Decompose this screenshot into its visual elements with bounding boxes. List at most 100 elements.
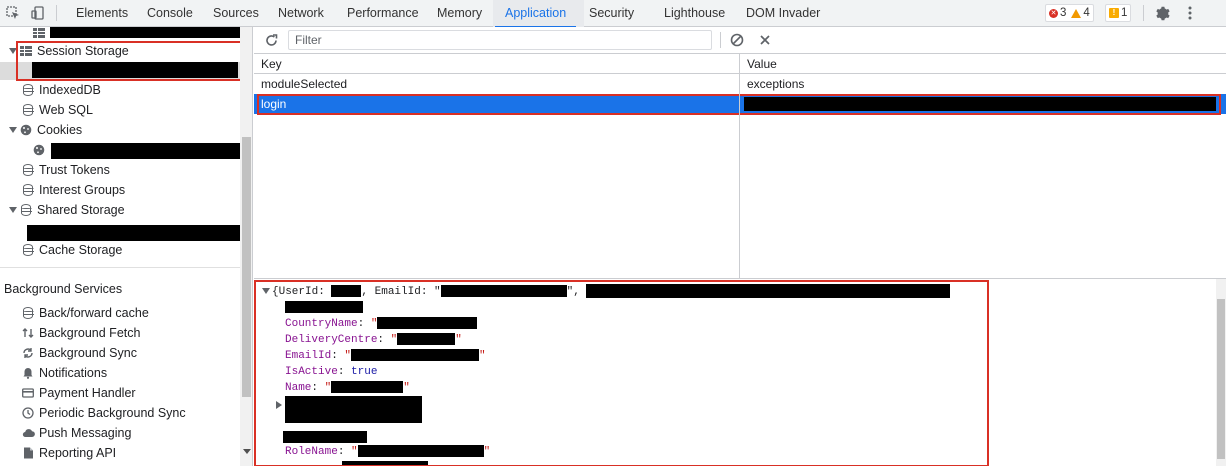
cell-value: exceptions bbox=[747, 77, 805, 91]
cookie-icon bbox=[19, 123, 33, 137]
tab-lighthouse[interactable]: Lighthouse bbox=[664, 0, 725, 27]
sidebar-item-label: Shared Storage bbox=[37, 203, 125, 217]
sidebar-item-label: Periodic Background Sync bbox=[39, 406, 186, 420]
sidebar-item-label: Cache Storage bbox=[39, 243, 123, 257]
bell-icon bbox=[21, 366, 35, 380]
error-count: 3 bbox=[1060, 7, 1067, 19]
cookie-icon bbox=[32, 143, 46, 157]
redacted-shared-origin bbox=[27, 225, 247, 241]
sidebar-scrollbar-thumb[interactable] bbox=[242, 137, 251, 397]
gear-icon[interactable] bbox=[1153, 4, 1171, 22]
sidebar-item-notifications[interactable]: Notifications bbox=[21, 363, 107, 383]
error-warning-counter[interactable]: ✕ 3 4 bbox=[1045, 4, 1094, 22]
tab-elements[interactable]: Elements bbox=[76, 0, 128, 27]
toolbar-divider bbox=[1143, 5, 1144, 21]
column-header-key[interactable]: Key bbox=[254, 54, 739, 74]
issues-icon: ! bbox=[1109, 8, 1119, 18]
sidebar-item-reporting-api[interactable]: Reporting API bbox=[21, 443, 116, 463]
scroll-down-arrow-icon[interactable] bbox=[243, 449, 251, 454]
file-icon bbox=[21, 446, 35, 460]
card-icon bbox=[21, 386, 35, 400]
sidebar-item-label: Payment Handler bbox=[39, 386, 136, 400]
storage-toolbar bbox=[254, 27, 1226, 54]
tab-performance[interactable]: Performance bbox=[347, 0, 419, 27]
database-icon bbox=[21, 83, 35, 97]
database-icon bbox=[21, 243, 35, 257]
issues-counter[interactable]: ! 1 bbox=[1105, 4, 1132, 22]
tab-console[interactable]: Console bbox=[147, 0, 193, 27]
sidebar-item-cache-storage[interactable]: Cache Storage bbox=[21, 240, 122, 260]
storage-table: Key Value moduleSelected exceptions logi… bbox=[254, 54, 1226, 305]
device-toggle-icon[interactable] bbox=[29, 4, 47, 22]
filter-input[interactable] bbox=[288, 30, 712, 50]
delete-selected-icon[interactable] bbox=[756, 31, 774, 49]
section-title-background-services: Background Services bbox=[4, 282, 123, 296]
database-icon bbox=[21, 163, 35, 177]
clock-icon bbox=[21, 406, 35, 420]
sidebar-item-trust-tokens[interactable]: Trust Tokens bbox=[21, 160, 110, 180]
arrows-updown-icon bbox=[21, 326, 35, 340]
devtools-tabbar: Elements Console Sources Network Perform… bbox=[0, 0, 1226, 28]
column-header-value[interactable]: Value bbox=[740, 54, 1226, 74]
database-icon bbox=[19, 203, 33, 217]
warning-count: 4 bbox=[1083, 7, 1090, 19]
error-icon: ✕ bbox=[1049, 8, 1058, 18]
redacted-origin bbox=[50, 27, 240, 38]
toolbar-divider bbox=[720, 32, 721, 48]
column-divider bbox=[739, 54, 740, 305]
value-preview: {UserId: , EmailId: " ", CountryName: " D… bbox=[254, 278, 1226, 466]
tab-dom-invader[interactable]: DOM Invader bbox=[746, 0, 820, 27]
sidebar-item-periodic-background-sync[interactable]: Periodic Background Sync bbox=[21, 403, 186, 423]
sidebar-item-background-fetch[interactable]: Background Fetch bbox=[21, 323, 140, 343]
redacted-cookie-origin bbox=[51, 143, 244, 159]
sidebar-item-shared-storage[interactable]: Shared Storage bbox=[9, 200, 125, 220]
sidebar-item-web-sql[interactable]: Web SQL bbox=[21, 100, 93, 120]
sidebar-item-label: Push Messaging bbox=[39, 426, 132, 440]
sidebar-item-back-forward-cache[interactable]: Back/forward cache bbox=[21, 303, 149, 323]
kebab-icon[interactable] bbox=[1181, 4, 1199, 22]
tab-application[interactable]: Application bbox=[494, 0, 577, 28]
sidebar-item-label: Interest Groups bbox=[39, 183, 126, 197]
highlight-box bbox=[16, 41, 244, 81]
highlight-box bbox=[254, 280, 989, 466]
application-sidebar: Session Storage IndexedDB Web SQL Cookie… bbox=[0, 27, 253, 466]
sync-icon bbox=[21, 346, 35, 360]
tab-network[interactable]: Network bbox=[278, 0, 324, 27]
sidebar-item-label: Reporting API bbox=[39, 446, 117, 460]
grid-icon bbox=[32, 27, 46, 40]
database-icon bbox=[21, 103, 35, 117]
cloud-icon bbox=[21, 426, 35, 440]
table-row[interactable]: moduleSelected exceptions bbox=[254, 74, 1226, 94]
clear-all-icon[interactable] bbox=[728, 31, 746, 49]
database-icon bbox=[21, 183, 35, 197]
warning-icon bbox=[1071, 8, 1082, 18]
database-icon bbox=[21, 306, 35, 320]
sidebar-item-label: Background Fetch bbox=[39, 326, 141, 340]
sidebar-item-payment-handler[interactable]: Payment Handler bbox=[21, 383, 136, 403]
expand-arrow-icon bbox=[9, 127, 17, 133]
sidebar-item-cookie-origin[interactable] bbox=[32, 140, 50, 160]
inspect-icon[interactable] bbox=[4, 4, 22, 22]
refresh-icon[interactable] bbox=[262, 31, 280, 49]
sidebar-item-label: Cookies bbox=[37, 123, 83, 137]
tab-memory[interactable]: Memory bbox=[437, 0, 482, 27]
sidebar-item-cookies[interactable]: Cookies bbox=[9, 120, 82, 140]
sidebar-item-label: Notifications bbox=[39, 366, 108, 380]
section-divider bbox=[0, 267, 240, 268]
sidebar-item-push-messaging[interactable]: Push Messaging bbox=[21, 423, 131, 443]
sidebar-item-background-sync[interactable]: Background Sync bbox=[21, 343, 137, 363]
sidebar-item-interest-groups[interactable]: Interest Groups bbox=[21, 180, 125, 200]
tab-security[interactable]: Security bbox=[589, 0, 634, 27]
issues-count: 1 bbox=[1121, 7, 1128, 19]
sidebar-item-label: Back/forward cache bbox=[39, 306, 149, 320]
sidebar-item-label: Background Sync bbox=[39, 346, 137, 360]
sidebar-item-label: Web SQL bbox=[39, 103, 93, 117]
toolbar-divider bbox=[56, 5, 57, 21]
sidebar-item-label: IndexedDB bbox=[39, 83, 101, 97]
sidebar-item-indexeddb[interactable]: IndexedDB bbox=[21, 80, 101, 100]
sidebar-item-label: Trust Tokens bbox=[39, 163, 110, 177]
expand-arrow-icon bbox=[9, 207, 17, 213]
tab-sources[interactable]: Sources bbox=[213, 0, 259, 27]
preview-scrollbar-thumb[interactable] bbox=[1217, 299, 1225, 459]
storage-panel: Key Value moduleSelected exceptions logi… bbox=[254, 27, 1226, 466]
